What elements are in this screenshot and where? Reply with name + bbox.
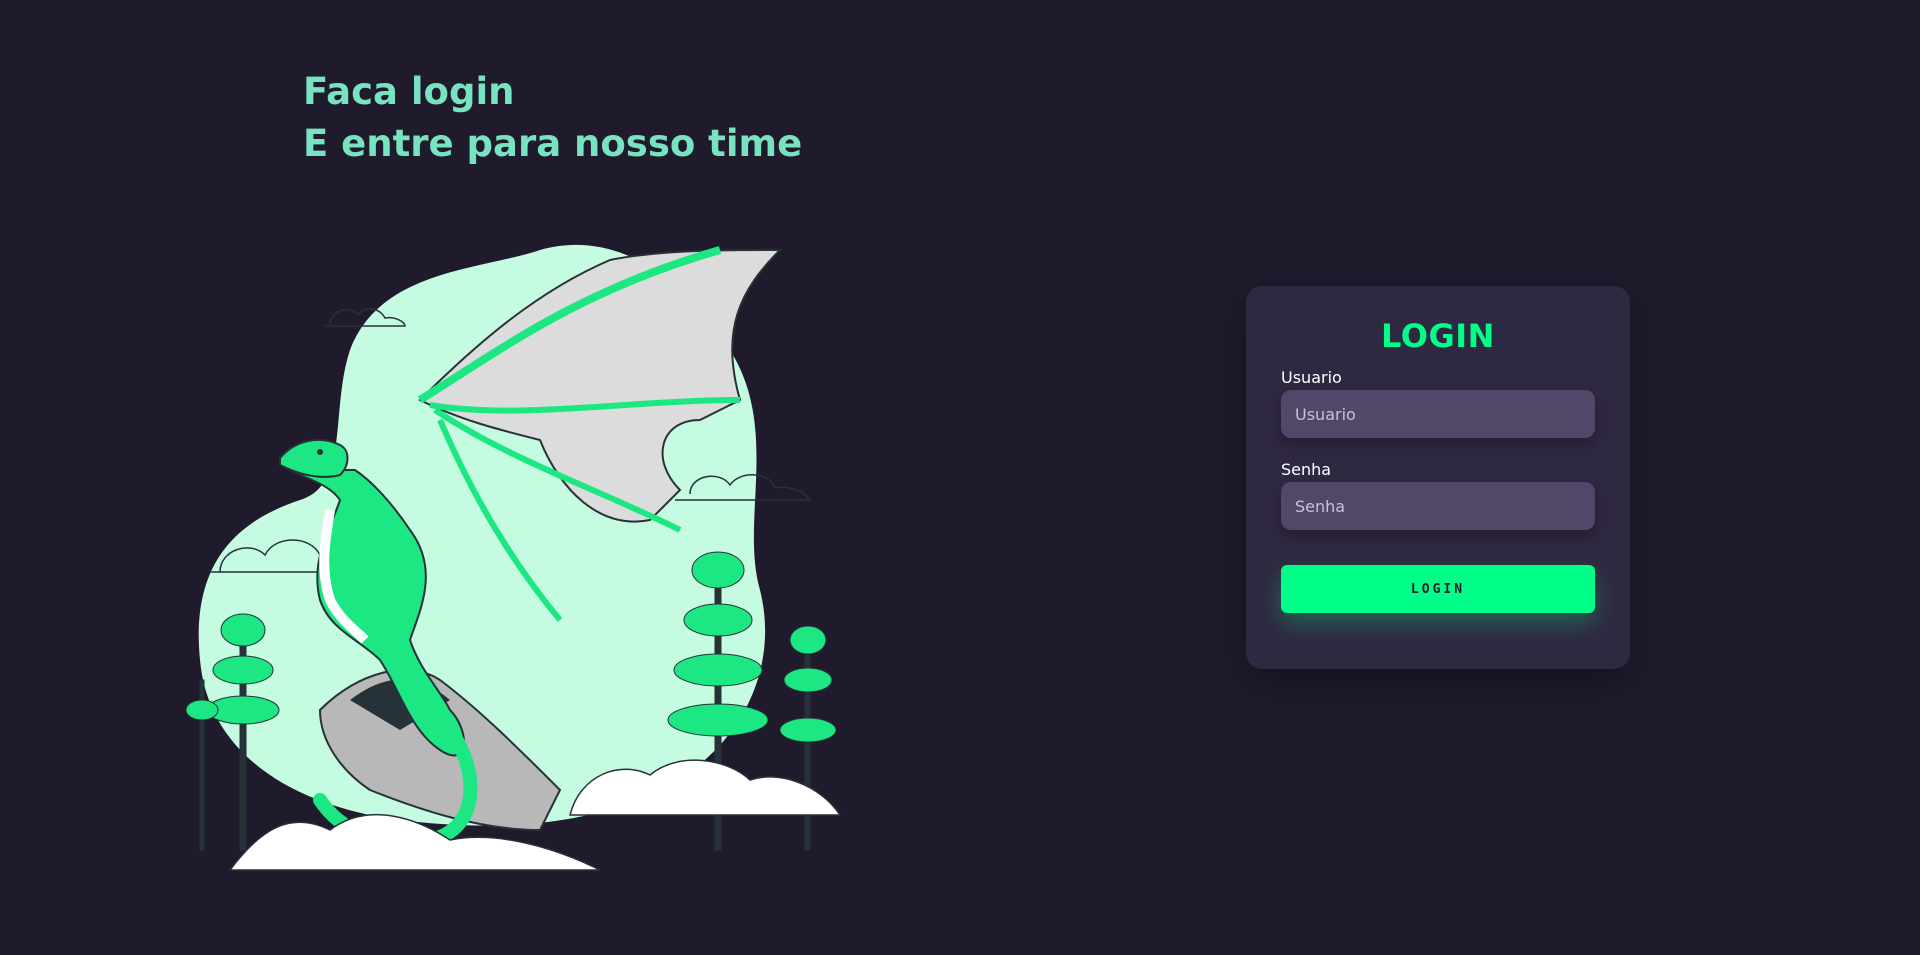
login-page: Faca login E entre para nosso time LOGIN… [0, 0, 1920, 955]
dragon-head [279, 438, 349, 478]
username-input[interactable] [1281, 390, 1595, 438]
headline-line-2: E entre para nosso time [303, 122, 803, 165]
username-label: Usuario [1281, 368, 1342, 387]
password-input[interactable] [1281, 482, 1595, 530]
password-label: Senha [1281, 460, 1332, 479]
login-button[interactable]: LOGIN [1281, 565, 1595, 613]
login-title: LOGIN [1381, 317, 1495, 355]
page-headline: Faca login E entre para nosso time [303, 66, 802, 170]
dragon-eye [317, 449, 323, 455]
login-card: LOGIN Usuario Senha LOGIN [1246, 286, 1630, 669]
dragon-illustration [185, 244, 842, 871]
headline-line-1: Faca login [303, 70, 515, 113]
